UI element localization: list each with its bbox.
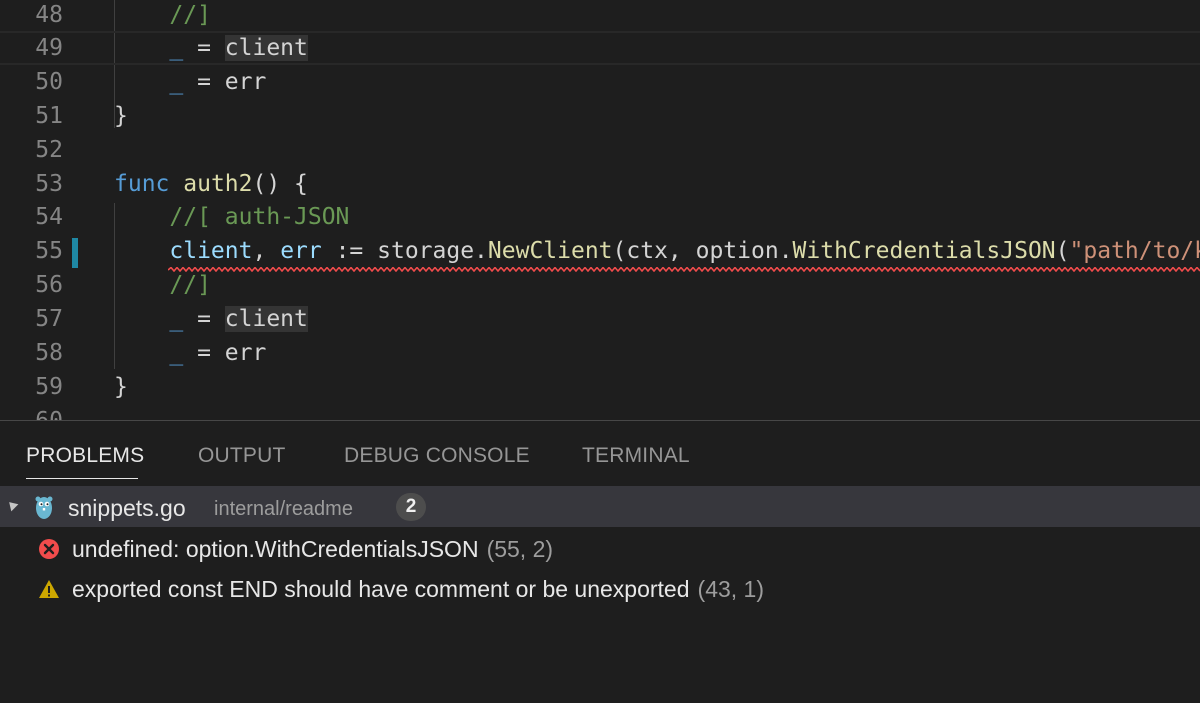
code-token: (ctx, option. [612, 238, 793, 264]
code-text: //] [114, 268, 211, 302]
code-token: client [224, 306, 308, 332]
code-token: client [114, 238, 253, 264]
tab-problems[interactable]: PROBLEMS [26, 444, 144, 468]
code-line[interactable]: 56 //] [0, 268, 1200, 302]
line-number: 56 [35, 272, 63, 298]
code-line[interactable]: 53 func auth2() { [0, 167, 1200, 201]
code-token: func [114, 171, 170, 197]
code-token: = [183, 306, 225, 332]
code-token: = err [183, 340, 267, 366]
code-token: //[ auth-JSON [114, 204, 350, 230]
problem-text: exported const END should have comment o… [72, 576, 690, 602]
code-line[interactable]: 49 _ = client [0, 31, 1200, 65]
code-text: func auth2() { [114, 167, 308, 201]
code-text: _ = err [114, 65, 266, 99]
code-text: } [114, 99, 128, 133]
code-line[interactable]: 55 client, err := storage.NewClient(ctx,… [0, 234, 1200, 268]
problem-text: undefined: option.WithCredentialsJSON [72, 536, 479, 562]
code-token: auth2 [183, 171, 253, 197]
problem-item-warning[interactable]: exported const END should have comment o… [0, 569, 1200, 609]
code-text: _ = client [114, 302, 308, 336]
error-squiggle [168, 267, 1200, 272]
code-line[interactable]: 54 //[ auth-JSON [0, 200, 1200, 234]
code-line[interactable]: 48 //] [0, 0, 1200, 32]
code-line[interactable]: 58 _ = err [0, 336, 1200, 370]
code-token: = err [183, 69, 267, 95]
code-token: _ [114, 35, 184, 61]
code-line[interactable]: 52 [0, 133, 1200, 167]
code-line[interactable]: 57 _ = client [0, 302, 1200, 336]
code-token: := storage. [321, 238, 488, 264]
line-number: 57 [35, 306, 63, 332]
code-token: //] [114, 272, 211, 298]
line-number: 60 [0, 404, 63, 420]
code-editor[interactable]: 48 //] 49 _ = client 50 _ = err 51} 52 53 func… [0, 0, 1200, 420]
code-token: NewClient [487, 238, 613, 264]
active-tab-indicator [26, 478, 138, 479]
line-number: 51 [35, 103, 63, 129]
go-gopher-icon [35, 496, 53, 519]
problem-location: (43, 1) [697, 576, 765, 602]
problem-count-badge: 2 [396, 493, 426, 521]
problem-message: undefined: option.WithCredentialsJSON (55… [72, 536, 553, 563]
code-token: _ [114, 306, 184, 332]
line-number: 48 [35, 2, 63, 28]
problem-location: (55, 2) [486, 536, 554, 562]
code-token: err [280, 238, 322, 264]
code-token: _ [114, 69, 184, 95]
line-number: 55 [35, 238, 63, 264]
line-number: 53 [35, 171, 63, 197]
code-token: //] [114, 2, 211, 28]
code-token: "path/to/ke [1069, 238, 1200, 264]
code-line[interactable]: 51} [0, 99, 1200, 133]
code-token: client [224, 35, 308, 61]
code-text: client, err := storage.NewClient(ctx, op… [114, 234, 1200, 268]
problem-file-row[interactable]: snippets.go internal/readme 2 [0, 486, 1200, 527]
code-token: , [252, 238, 281, 264]
code-text: } [114, 370, 128, 404]
chevron-down-icon[interactable] [5, 498, 19, 512]
line-number: 52 [35, 137, 63, 163]
line-number: 58 [35, 340, 63, 366]
code-line[interactable]: 60 [0, 404, 1200, 420]
code-token: } [114, 103, 128, 129]
code-token: } [114, 374, 128, 400]
code-text: _ = err [114, 336, 266, 370]
tab-debug-console[interactable]: DEBUG CONSOLE [344, 444, 530, 468]
code-token: ( [1055, 238, 1070, 264]
problem-message: exported const END should have comment o… [72, 576, 764, 603]
code-token: = [183, 35, 225, 61]
code-line[interactable]: 59} [0, 370, 1200, 404]
code-text: //[ auth-JSON [114, 200, 349, 234]
code-token: _ [114, 340, 184, 366]
code-token: WithCredentialsJSON [792, 238, 1056, 264]
code-text: _ = client [114, 33, 308, 63]
line-number: 54 [35, 204, 63, 230]
line-number: 50 [35, 69, 63, 95]
code-token: () { [252, 171, 308, 197]
warning-icon [39, 580, 59, 598]
tab-terminal[interactable]: TERMINAL [582, 444, 690, 468]
tab-output[interactable]: OUTPUT [198, 444, 286, 468]
problem-item-error[interactable]: undefined: option.WithCredentialsJSON (55… [0, 529, 1200, 569]
file-path: internal/readme [214, 498, 353, 520]
code-text: //] [114, 0, 211, 32]
line-number: 59 [35, 374, 63, 400]
panel-tabs: PROBLEMS OUTPUT DEBUG CONSOLE TERMINAL [0, 421, 1200, 485]
bottom-panel: PROBLEMS OUTPUT DEBUG CONSOLE TERMINAL s… [0, 420, 1200, 703]
code-line[interactable]: 50 _ = err [0, 65, 1200, 99]
error-icon [39, 539, 59, 559]
line-number: 49 [35, 35, 63, 61]
file-name: snippets.go [68, 495, 186, 521]
